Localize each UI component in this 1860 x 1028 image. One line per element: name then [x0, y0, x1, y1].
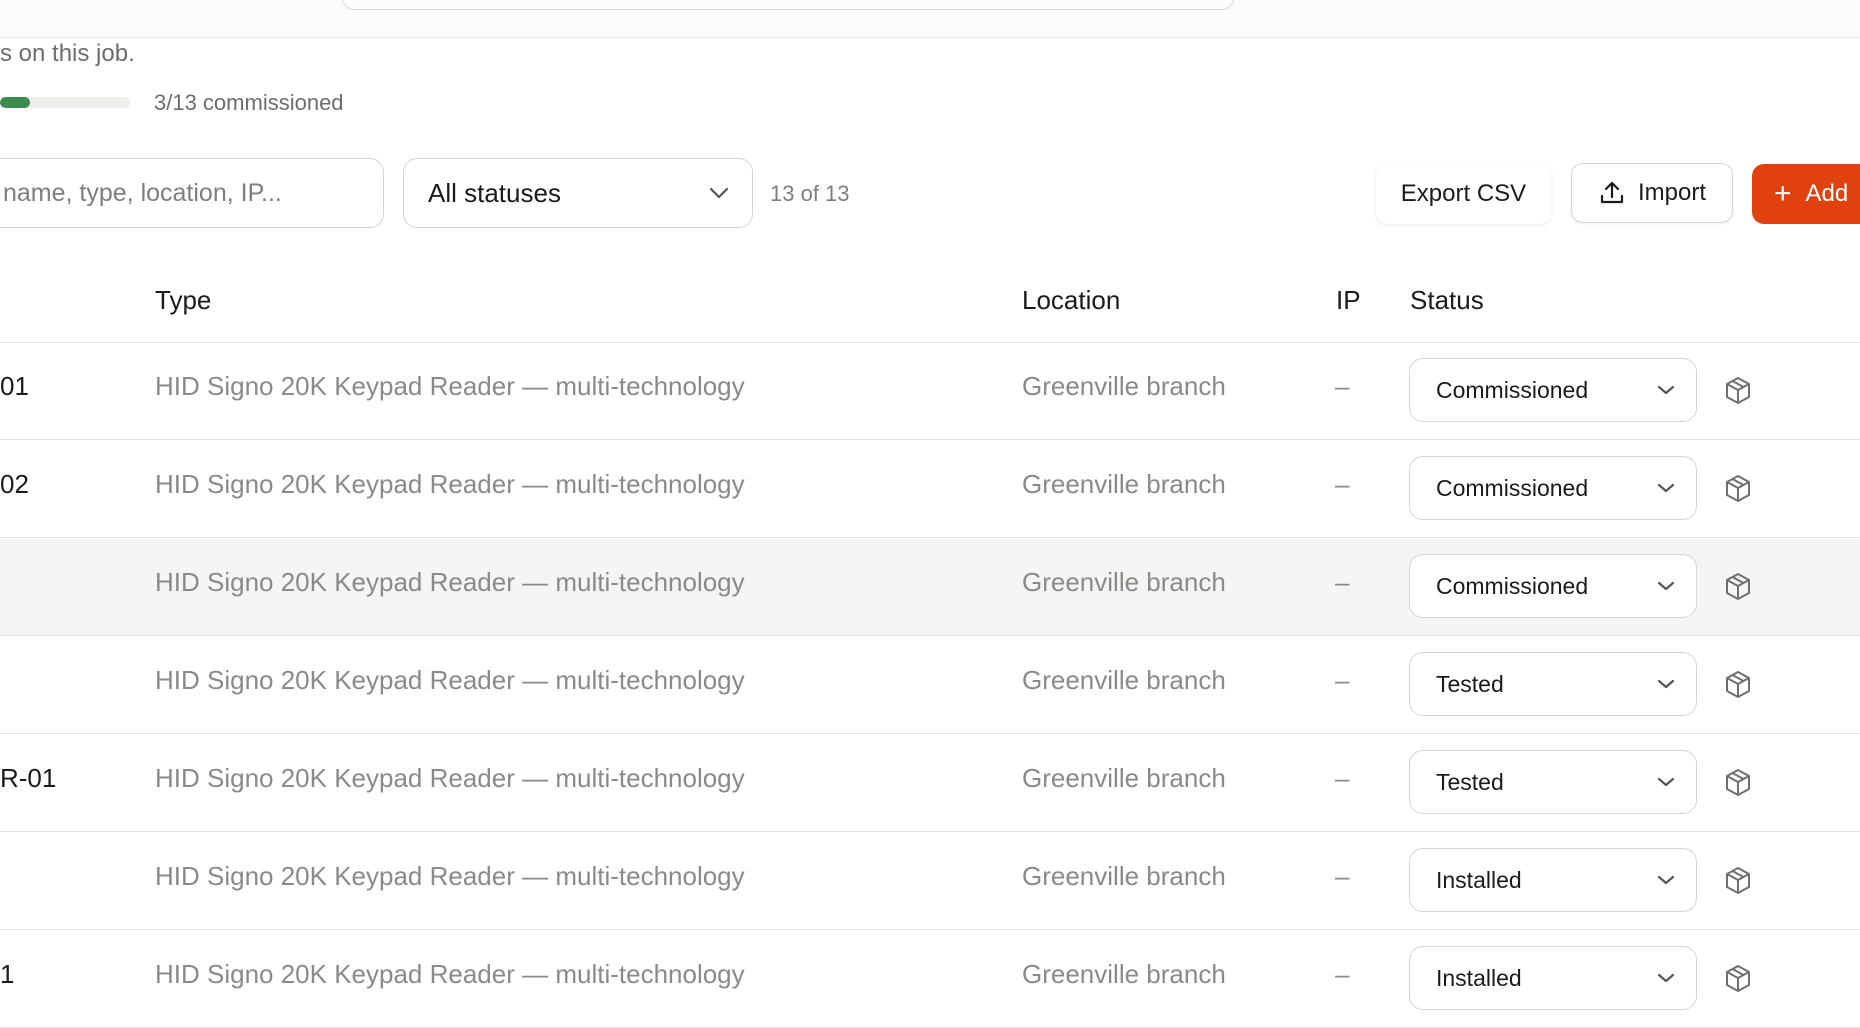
row-status-value: Tested [1436, 768, 1504, 795]
table-row[interactable]: 01 HID Signo 20K Keypad Reader — multi-te… [0, 343, 1860, 440]
device-ip-cell: – [1335, 861, 1350, 891]
row-status-value: Installed [1436, 964, 1522, 991]
row-status-value: Installed [1436, 866, 1522, 893]
device-type-cell: HID Signo 20K Keypad Reader — multi-tech… [155, 861, 745, 891]
device-location-cell: Greenville branch [1022, 665, 1226, 695]
upload-icon [1600, 181, 1624, 204]
import-label: Import [1637, 179, 1706, 206]
row-status-select[interactable]: Commissioned [1409, 358, 1697, 422]
device-type-cell: HID Signo 20K Keypad Reader — multi-tech… [155, 371, 745, 401]
chevron-down-icon [1657, 777, 1675, 787]
device-type-cell: HID Signo 20K Keypad Reader — multi-tech… [155, 567, 745, 597]
row-status-select[interactable]: Commissioned [1409, 554, 1697, 618]
chevron-down-icon [1657, 875, 1675, 885]
export-csv-label: Export CSV [1400, 180, 1527, 207]
device-location-cell: Greenville branch [1022, 861, 1226, 891]
cube-icon[interactable] [1722, 473, 1754, 505]
device-ip-cell: – [1335, 959, 1350, 989]
table-row[interactable]: HID Signo 20K Keypad Reader — multi-tech… [0, 833, 1860, 930]
add-label: Add [1805, 180, 1849, 207]
progress-label: 3/13 commissioned [154, 90, 344, 115]
row-status-select[interactable]: Commissioned [1409, 456, 1697, 520]
row-status-select[interactable]: Installed [1409, 946, 1697, 1010]
device-type-cell: HID Signo 20K Keypad Reader — multi-tech… [155, 959, 745, 989]
device-ip-cell: – [1335, 763, 1350, 793]
search-input[interactable] [1, 177, 383, 209]
device-location-cell: Greenville branch [1022, 567, 1226, 597]
search-box[interactable] [0, 158, 384, 228]
job-description: s on this job. [0, 40, 135, 67]
device-type-cell: HID Signo 20K Keypad Reader — multi-tech… [155, 469, 745, 499]
row-status-value: Tested [1436, 670, 1504, 697]
progress-fill [0, 97, 30, 108]
device-ip-cell: – [1335, 469, 1350, 499]
top-bar [0, 0, 1860, 38]
chevron-down-icon [1657, 973, 1675, 983]
result-count: 13 of 13 [770, 181, 850, 206]
column-header-ip[interactable]: IP [1336, 285, 1361, 316]
row-status-select[interactable]: Tested [1409, 750, 1697, 814]
chevron-down-icon [1657, 679, 1675, 689]
commission-progress-bar [0, 97, 130, 108]
device-name-cell: 1 [0, 959, 15, 989]
table-row[interactable]: R-01 HID Signo 20K Keypad Reader — multi-… [0, 735, 1860, 832]
column-header-type[interactable]: Type [155, 285, 211, 316]
global-search-field[interactable] [342, 0, 1234, 10]
device-name-cell: 02 [0, 469, 29, 499]
status-filter-value: All statuses [428, 177, 561, 208]
chevron-down-icon [709, 187, 729, 199]
export-csv-button[interactable]: Export CSV [1376, 164, 1551, 224]
device-location-cell: Greenville branch [1022, 959, 1226, 989]
row-status-select[interactable]: Installed [1409, 848, 1697, 912]
table-row[interactable]: HID Signo 20K Keypad Reader — multi-tech… [0, 539, 1860, 636]
device-type-cell: HID Signo 20K Keypad Reader — multi-tech… [155, 763, 745, 793]
chevron-down-icon [1657, 581, 1675, 591]
status-filter-select[interactable]: All statuses [403, 158, 753, 228]
cube-icon[interactable] [1722, 571, 1754, 603]
import-button[interactable]: Import [1571, 163, 1733, 223]
row-status-select[interactable]: Tested [1409, 652, 1697, 716]
cube-icon[interactable] [1722, 865, 1754, 897]
row-status-value: Commissioned [1436, 572, 1589, 599]
plus-icon: + [1774, 177, 1792, 210]
add-device-button[interactable]: + Add [1752, 164, 1860, 224]
chevron-down-icon [1657, 483, 1675, 493]
column-header-status[interactable]: Status [1410, 285, 1484, 316]
device-ip-cell: – [1335, 567, 1350, 597]
device-ip-cell: – [1335, 371, 1350, 401]
column-header-location[interactable]: Location [1022, 285, 1120, 316]
device-type-cell: HID Signo 20K Keypad Reader — multi-tech… [155, 665, 745, 695]
cube-icon[interactable] [1722, 963, 1754, 995]
device-location-cell: Greenville branch [1022, 469, 1226, 499]
device-name-cell: R-01 [0, 763, 57, 793]
device-location-cell: Greenville branch [1022, 763, 1226, 793]
table-row[interactable]: HID Signo 20K Keypad Reader — multi-tech… [0, 637, 1860, 734]
device-name-cell: 01 [0, 371, 29, 401]
cube-icon[interactable] [1722, 767, 1754, 799]
chevron-down-icon [1657, 385, 1675, 395]
cube-icon[interactable] [1722, 375, 1754, 407]
row-status-value: Commissioned [1436, 376, 1589, 403]
cube-icon[interactable] [1722, 669, 1754, 701]
device-location-cell: Greenville branch [1022, 371, 1226, 401]
table-row[interactable]: 02 HID Signo 20K Keypad Reader — multi-te… [0, 441, 1860, 538]
device-ip-cell: – [1335, 665, 1350, 695]
row-status-value: Commissioned [1436, 474, 1589, 501]
